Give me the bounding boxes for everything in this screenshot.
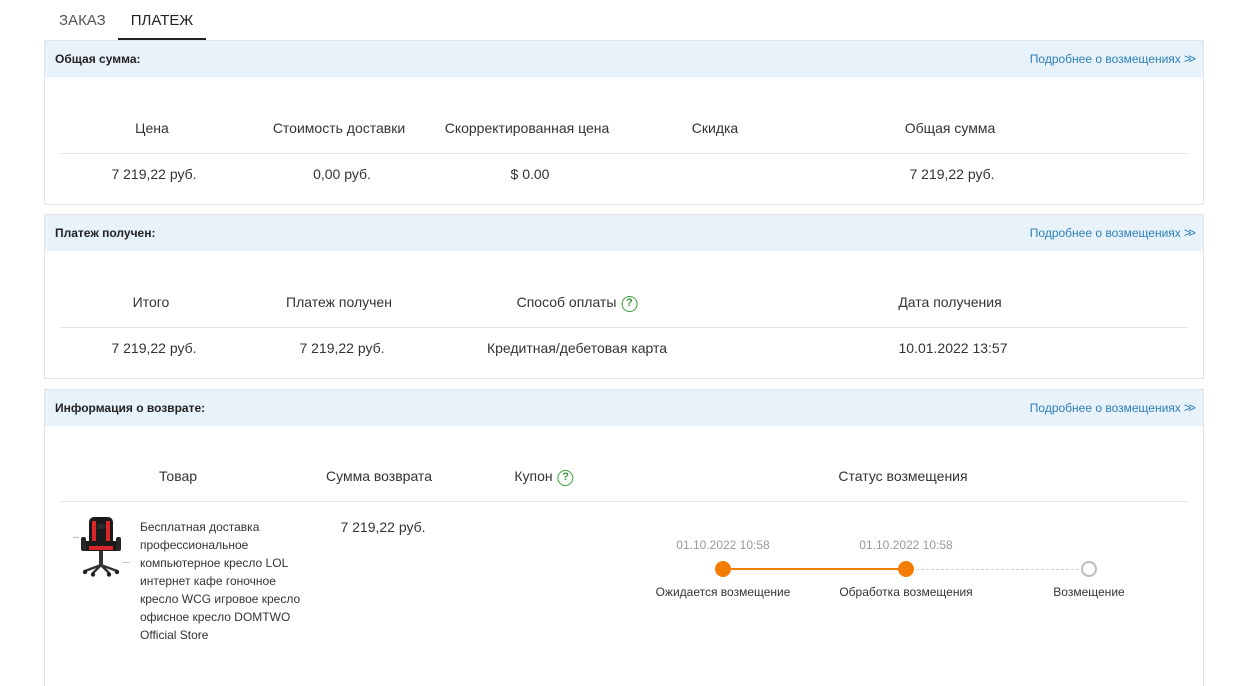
- value-shipping: 0,00 руб.: [313, 166, 371, 182]
- timeline-step-pending-icon: [1081, 561, 1097, 577]
- header-payment-received: Платеж получен: [286, 294, 392, 310]
- tab-payment[interactable]: ПЛАТЕЖ: [118, 0, 206, 41]
- refund-panel: Информация о возврате: Подробнее о возме…: [44, 389, 1204, 686]
- tab-bar: ЗАКАЗ ПЛАТЕЖ: [44, 0, 1204, 41]
- refund-details-link[interactable]: Подробнее о возмещениях >>: [1030, 41, 1196, 77]
- header-adjusted-price: Скорректированная цена: [444, 120, 610, 136]
- value-total: 7 219,22 руб.: [909, 166, 995, 182]
- timeline-label: Обработка возмещения: [839, 585, 973, 599]
- header-refund-status: Статус возмещения: [838, 468, 968, 484]
- value-price: 7 219,22 руб.: [111, 166, 197, 182]
- double-chevron-right-icon: >>: [1183, 51, 1196, 66]
- header-subtotal: Итого: [132, 294, 170, 310]
- product-image[interactable]: [71, 515, 131, 581]
- divider: [60, 327, 1188, 328]
- header-received-date: Дата получения: [898, 294, 1002, 310]
- payment-panel: Платеж получен: Подробнее о возмещениях >…: [44, 214, 1204, 379]
- divider: [60, 153, 1188, 154]
- header-payment-method: Способ оплаты?: [517, 294, 638, 312]
- timeline-step-done-icon: [898, 561, 914, 577]
- refund-details-link[interactable]: Подробнее о возмещениях >>: [1030, 215, 1196, 251]
- header-price: Цена: [135, 120, 169, 136]
- value-subtotal: 7 219,22 руб.: [111, 340, 197, 356]
- panel-title: Платеж получен:: [55, 226, 156, 240]
- divider: [60, 501, 1188, 502]
- value-payment-method: Кредитная/дебетовая карта: [486, 340, 668, 356]
- header-coupon: Купон?: [514, 468, 574, 486]
- value-received-date: 10.01.2022 13:57: [898, 340, 1008, 356]
- value-refund-amount: 7 219,22 руб.: [340, 519, 426, 535]
- timeline-label: Ожидается возмещение: [655, 585, 791, 599]
- tab-order[interactable]: ЗАКАЗ: [59, 0, 106, 41]
- timeline-label: Возмещение: [1053, 585, 1125, 599]
- header-shipping: Стоимость доставки: [272, 120, 406, 136]
- header-total: Общая сумма: [904, 120, 996, 136]
- product-name-link[interactable]: Бесплатная доставка профессиональное ком…: [140, 518, 310, 644]
- header-product: Товар: [158, 468, 198, 484]
- value-adjusted-price: $ 0.00: [510, 166, 550, 182]
- refund-details-link[interactable]: Подробнее о возмещениях >>: [1030, 390, 1196, 426]
- header-refund-amount: Сумма возврата: [326, 468, 432, 484]
- panel-title: Информация о возврате:: [55, 401, 206, 415]
- double-chevron-right-icon: >>: [1183, 400, 1196, 415]
- double-chevron-right-icon: >>: [1183, 225, 1196, 240]
- panel-header: Общая сумма: Подробнее о возмещениях >>: [45, 41, 1203, 77]
- value-payment-received: 7 219,22 руб.: [299, 340, 385, 356]
- total-panel: Общая сумма: Подробнее о возмещениях >> Ц…: [44, 40, 1204, 205]
- timeline-date: 01.10.2022 10:58: [859, 538, 953, 552]
- timeline-progress-line: [723, 568, 906, 570]
- timeline-pending-line: [906, 569, 1089, 570]
- header-discount: Скидка: [691, 120, 739, 136]
- panel-header: Платеж получен: Подробнее о возмещениях >…: [45, 215, 1203, 251]
- help-icon[interactable]: ?: [621, 296, 638, 312]
- panel-title: Общая сумма:: [55, 52, 141, 66]
- panel-header: Информация о возврате: Подробнее о возме…: [45, 390, 1203, 426]
- help-icon[interactable]: ?: [557, 470, 574, 486]
- timeline-step-done-icon: [715, 561, 731, 577]
- timeline-date: 01.10.2022 10:58: [676, 538, 770, 552]
